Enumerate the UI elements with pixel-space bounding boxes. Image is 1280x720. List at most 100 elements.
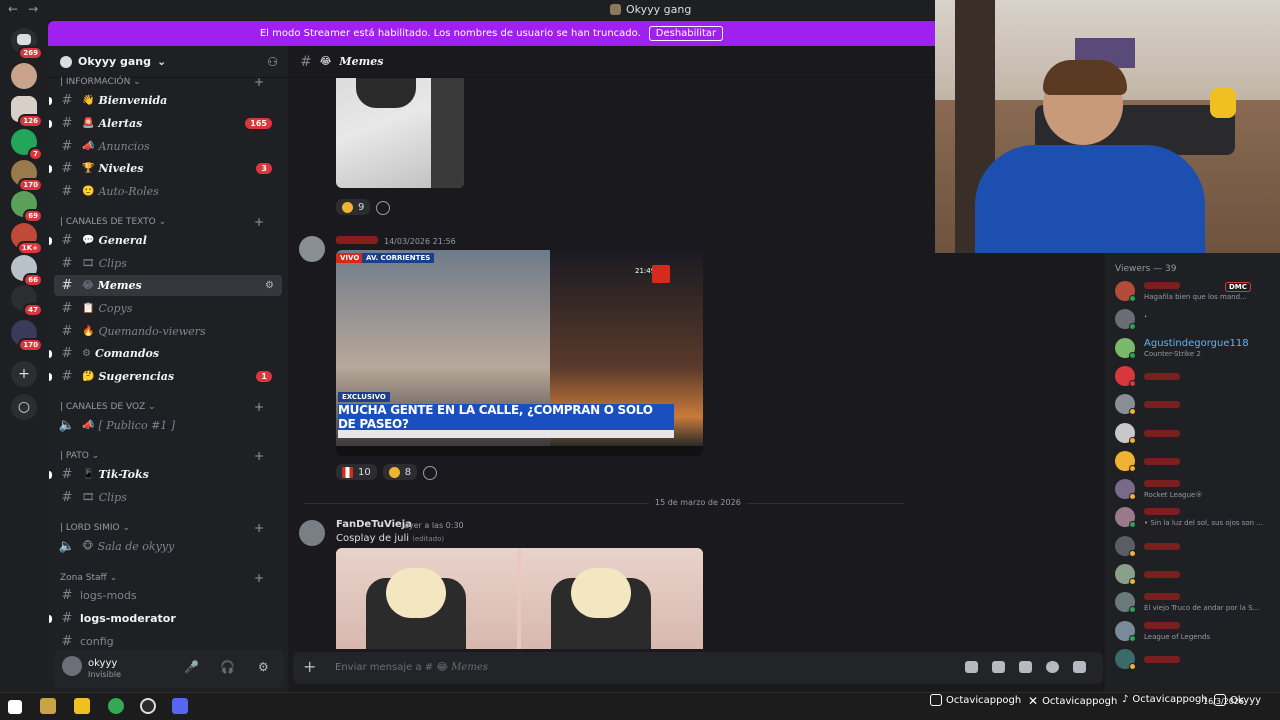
channel-anuncios[interactable]: # 📣 Anuncios [54,136,282,157]
category-canales-de-voz[interactable]: | CANALES DE VOZ ⌄ + [60,400,264,414]
message-image[interactable] [336,78,464,188]
member-item[interactable]: El viejo Truco de andar por la S... [1115,590,1280,616]
category-informacion[interactable]: | INFORMACIÓN ⌄ + [60,75,264,89]
member-name [1144,401,1180,409]
channel-quemando-viewers[interactable]: # 🔥 Quemando-viewers [54,321,282,342]
emoji-icon[interactable] [1046,661,1059,673]
windows-start-icon[interactable] [8,700,22,714]
category-pato[interactable]: | PATO ⌄ + [60,449,264,463]
channel-logs-mods[interactable]: # logs-mods [54,585,282,606]
forward-arrow-icon[interactable]: → [28,2,38,16]
add-channel-icon[interactable]: + [254,215,264,229]
add-channel-icon[interactable]: + [254,521,264,535]
member-item[interactable] [1115,392,1280,418]
channel-memes[interactable]: # 😂 Memes ⚙ [54,275,282,296]
server-badge: 47 [23,303,43,317]
server-icon-7[interactable]: 66 [11,255,43,287]
member-item[interactable]: League of Legends [1115,619,1280,645]
member-item[interactable]: Rocket League® [1115,477,1280,503]
add-reaction-icon[interactable] [376,201,391,215]
author-name-redacted[interactable] [336,236,378,244]
message-image[interactable] [336,548,703,649]
apps-icon[interactable] [1073,661,1086,673]
chrome-icon[interactable] [108,698,124,714]
member-item[interactable]: Hagañla bien que los mand... DMC [1115,279,1280,305]
channel-general[interactable]: # 💬 General [49,230,282,251]
reaction-laughing[interactable]: 9 [336,199,371,215]
add-channel-icon[interactable]: + [254,400,264,414]
add-server-icon[interactable]: + [11,361,37,387]
obs-icon[interactable] [140,698,156,714]
add-channel-icon[interactable]: + [254,75,264,89]
avatar[interactable] [62,656,82,676]
channel-tik-toks[interactable]: # 📱 Tik-Toks [49,464,282,485]
file-explorer-icon[interactable] [74,698,90,714]
reaction-laughing[interactable]: 8 [382,464,418,480]
category-canales-de-texto[interactable]: | CANALES DE TEXTO ⌄ + [60,215,264,229]
add-attachment-icon[interactable]: + [303,657,316,676]
hash-icon: # [61,490,73,505]
channel-copys[interactable]: # 📋 Copys [54,298,282,319]
category-zona-staff[interactable]: Zona Staff ⌄ + [60,571,264,585]
member-item[interactable]: Agustindegorgue118 Counter-Strike 2 [1115,336,1280,362]
server-icon-5[interactable]: 69 [11,191,43,223]
category-lord-simio[interactable]: | LORD SIMIO ⌄ + [60,521,264,535]
gift-icon[interactable] [965,661,978,673]
headphones-icon[interactable]: 🎧 [220,660,235,674]
server-icon-4[interactable]: 170 [11,160,43,192]
avatar[interactable] [299,236,325,262]
voice-channel-publico-1[interactable]: 🔈 📣[ Publico #1 ] [54,415,282,436]
channel-comandos[interactable]: # ⚙ Comandos [49,343,282,364]
user-settings-icon[interactable]: ⚙ [258,660,269,674]
server-icon-8[interactable]: 47 [11,285,43,317]
system-clock: 16/3/2026 [1203,697,1245,706]
discover-icon[interactable]: ○ [11,394,37,420]
discord-taskbar-icon[interactable] [172,698,188,714]
reaction-flag[interactable]: 10 [336,464,377,480]
message-composer[interactable]: + Enviar mensaje a # 😂 Memes [293,652,1103,684]
back-arrow-icon[interactable]: ← [8,2,18,16]
thinking-emoji-icon: 🤔 [82,371,95,382]
channel-clips[interactable]: # 🎞 Clips [54,253,282,274]
member-item[interactable] [1115,449,1280,475]
member-item[interactable] [1115,534,1280,560]
server-icon-6[interactable]: 1K+ [11,223,43,255]
channel-logs-moderator[interactable]: # logs-moderator [49,608,282,629]
server-icon-2[interactable]: 126 [11,96,43,128]
member-item[interactable] [1115,647,1280,673]
server-icon-1[interactable] [11,63,37,89]
channel-settings-icon[interactable]: ⚙ [265,280,274,291]
server-header[interactable]: Okyyy gang ⌄ ⚇ [48,46,288,78]
channel-alertas[interactable]: # 🚨 Alertas 165 [49,113,282,134]
channel-config[interactable]: # config [54,631,282,652]
taskbar-app-icon[interactable] [40,698,56,714]
channel-niveles[interactable]: # 🏆 Niveles 3 [49,158,282,179]
channel-auto-roles[interactable]: # 🙂 Auto-Roles [54,181,282,202]
sticker-icon[interactable] [1019,661,1032,673]
server-name: Okyyy gang [78,55,152,68]
voice-channel-sala-de-okyyy[interactable]: 🔈 🐵 Sala de okyyy [54,536,282,557]
add-channel-icon[interactable]: + [254,571,264,585]
message-video[interactable]: VIVO AV. CORRIENTES 21:49 EXCLUSIVO MUCH… [336,250,703,456]
mute-icon[interactable]: 🎤 [184,660,199,674]
member-item[interactable]: . [1115,307,1280,333]
server-badge: 69 [23,209,43,223]
member-name [1144,480,1180,488]
channel-clips-pato[interactable]: # 🎞 Clips [54,487,282,508]
channel-sugerencias[interactable]: # 🤔 Sugerencias 1 [49,366,282,387]
add-channel-icon[interactable]: + [254,449,264,463]
member-item[interactable]: • Sin la luz del sol, sus ojos son ... [1115,505,1280,531]
disable-streamer-mode-button[interactable]: Deshabilitar [648,26,724,41]
member-item[interactable] [1115,421,1280,447]
add-reaction-icon[interactable] [423,466,438,480]
direct-messages-button[interactable]: 269 [11,28,43,60]
server-icon-9[interactable]: 170 [11,320,43,352]
invite-people-icon[interactable]: ⚇ [267,55,278,69]
author-name[interactable]: FanDeTuVieja [336,519,412,530]
gif-icon[interactable] [992,661,1005,673]
channel-bienvenida[interactable]: # 👋 Bienvenida [49,90,282,111]
member-item[interactable] [1115,562,1280,588]
server-icon-3[interactable]: 7 [11,129,43,161]
member-item[interactable] [1115,364,1280,390]
avatar[interactable] [299,520,325,546]
